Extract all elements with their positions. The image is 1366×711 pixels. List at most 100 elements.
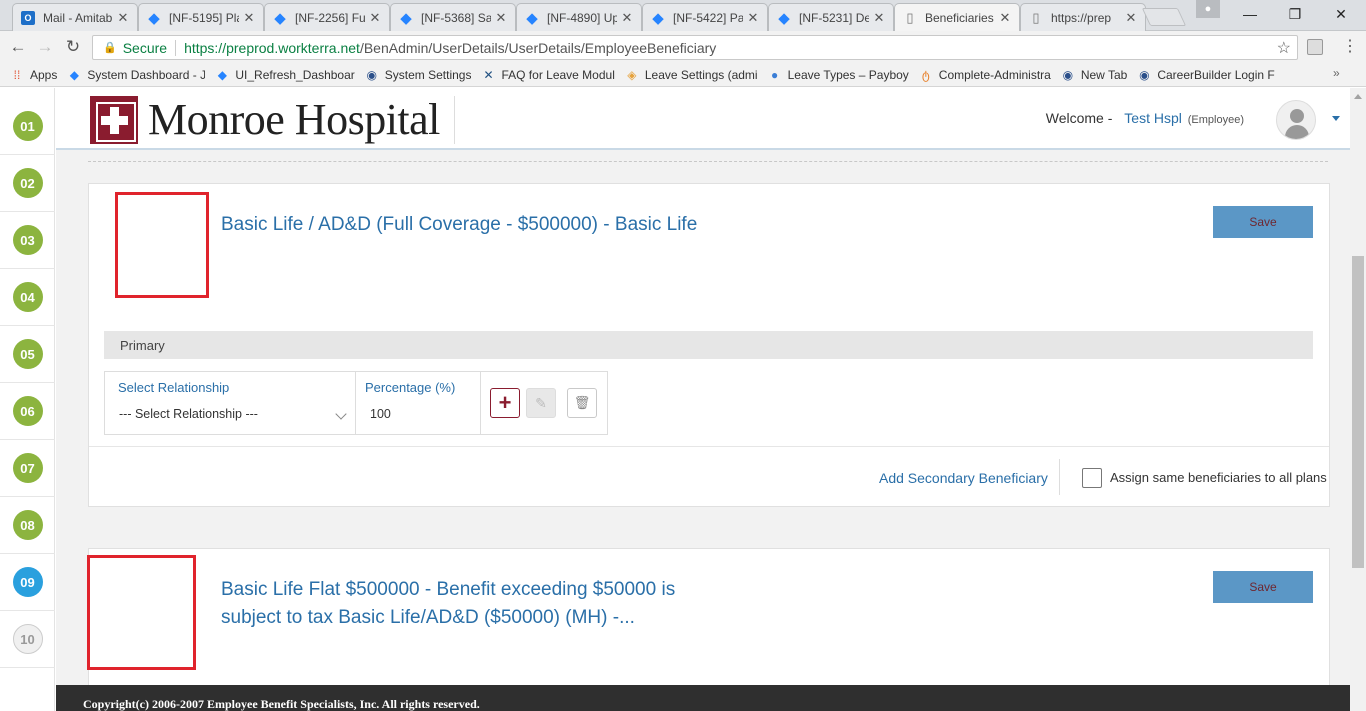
address-bar[interactable]: 🔒 Secure https://preprod.workterra.net /…	[92, 35, 1298, 60]
jira-icon: ◆	[652, 9, 664, 27]
close-icon[interactable]: ✕	[621, 10, 633, 26]
bookmarks-overflow-icon[interactable]: »	[1333, 66, 1340, 80]
step-10[interactable]: 10	[0, 611, 55, 668]
tab-preprod[interactable]: ▯ https://prep ✕	[1020, 3, 1146, 31]
pencil-icon: ✎	[535, 394, 547, 411]
delete-beneficiary-button[interactable]: 🗑	[567, 388, 597, 418]
trash-icon: 🗑	[573, 395, 591, 410]
extension-icon[interactable]	[1307, 39, 1323, 55]
browser-tab-strip: O Mail - Amitab ✕ ◆ [NF-5195] Pla ✕ ◆ [N…	[0, 0, 1366, 32]
step-04[interactable]: 04	[0, 269, 55, 326]
jira-icon: ◆	[148, 9, 160, 27]
bookmark-complete-admin[interactable]: ტ Complete-Administra	[919, 68, 1051, 82]
bookmark-label: CareerBuilder Login F	[1157, 67, 1275, 82]
vertical-scrollbar[interactable]	[1350, 88, 1366, 711]
step-09[interactable]: 09	[0, 554, 55, 611]
percentage-field[interactable]: Percentage (%) 100	[356, 372, 481, 434]
tab-nf-2256[interactable]: ◆ [NF-2256] Fu ✕	[264, 3, 390, 31]
minimize-icon[interactable]: —	[1230, 2, 1270, 26]
tab-beneficiaries[interactable]: ▯ Beneficiaries ✕	[894, 3, 1020, 32]
bookmark-label: System Settings	[384, 67, 472, 82]
close-icon[interactable]: ✕	[873, 10, 885, 26]
forward-icon[interactable]: →	[34, 36, 56, 58]
divider	[175, 39, 177, 56]
menu-icon[interactable]: ⋮	[1342, 36, 1358, 56]
step-06[interactable]: 06	[0, 383, 55, 440]
restore-icon[interactable]: ❐	[1275, 2, 1315, 26]
chevron-down-icon[interactable]	[1332, 116, 1340, 121]
close-icon[interactable]: ✕	[117, 10, 129, 26]
bookmark-leave-types[interactable]: ● Leave Types – Payboy	[768, 68, 909, 82]
tab-title: https://prep	[1051, 10, 1112, 25]
scroll-up-icon[interactable]	[1354, 94, 1362, 99]
tab-nf-4890[interactable]: ◆ [NF-4890] Up ✕	[516, 3, 642, 31]
bookmark-ui-refresh[interactable]: ◆ UI_Refresh_Dashboar	[215, 68, 355, 82]
bookmark-new-tab[interactable]: ◉ New Tab	[1061, 67, 1128, 82]
save-button[interactable]: Save	[1213, 571, 1313, 603]
jira-icon: ◆	[778, 9, 790, 27]
bookmark-star-icon[interactable]: ☆	[1277, 38, 1291, 58]
tab-nf-5368[interactable]: ◆ [NF-5368] Sa ✕	[390, 3, 516, 31]
profile-icon[interactable]: ●	[1196, 0, 1220, 18]
card-footer: Add Secondary Beneficiary Assign same be…	[89, 446, 1329, 506]
site-icon: ◉	[366, 67, 377, 82]
step-number: 04	[12, 282, 43, 312]
divider	[1059, 459, 1060, 495]
divider	[454, 96, 455, 144]
new-tab-button[interactable]	[1141, 8, 1187, 26]
tab-nf-5231[interactable]: ◆ [NF-5231] De ✕	[768, 3, 894, 31]
bookmark-apps[interactable]: ⁞⁞ Apps	[10, 67, 58, 82]
bookmark-label: System Dashboard - J	[87, 67, 206, 82]
plan-card: Basic Life / AD&D (Full Coverage - $5000…	[88, 183, 1330, 507]
tab-title: [NF-2256] Fu	[295, 10, 365, 25]
tab-nf-5195[interactable]: ◆ [NF-5195] Pla ✕	[138, 3, 264, 31]
save-button[interactable]: Save	[1213, 206, 1313, 238]
logo-text: Monroe Hospital	[148, 95, 440, 144]
step-05[interactable]: 05	[0, 326, 55, 383]
step-01[interactable]: 01	[0, 98, 55, 155]
close-icon[interactable]: ✕	[369, 10, 381, 26]
hospital-logo[interactable]: Monroe Hospital	[90, 96, 440, 144]
avatar[interactable]	[1276, 100, 1316, 140]
step-03[interactable]: 03	[0, 212, 55, 269]
relationship-select[interactable]: Select Relationship --- Select Relations…	[105, 372, 356, 434]
site-icon: ◉	[1139, 67, 1150, 82]
site-icon: ◉	[1062, 67, 1074, 82]
bookmark-leave-settings[interactable]: ◈ Leave Settings (admi	[625, 68, 757, 82]
close-icon[interactable]: ✕	[999, 10, 1011, 26]
bookmark-system-dashboard[interactable]: ◆ System Dashboard - J	[67, 67, 206, 82]
tab-nf-5422[interactable]: ◆ [NF-5422] Pa ✕	[642, 3, 768, 31]
jira-icon: ◆	[274, 9, 286, 27]
back-icon[interactable]: ←	[7, 36, 29, 58]
user-name[interactable]: Test Hspl	[1124, 110, 1182, 126]
window-close-icon[interactable]: ✕	[1321, 2, 1361, 26]
scrollbar-thumb[interactable]	[1352, 256, 1364, 568]
step-number: 09	[12, 567, 43, 597]
tab-mail[interactable]: O Mail - Amitab ✕	[12, 3, 138, 31]
bookmark-faq-leave[interactable]: ✕ FAQ for Leave Modul	[481, 68, 614, 82]
close-icon[interactable]: ✕	[243, 10, 255, 26]
step-02[interactable]: 02	[0, 155, 55, 212]
edit-beneficiary-button[interactable]: ✎	[526, 388, 556, 418]
add-secondary-beneficiary-link[interactable]: Add Secondary Beneficiary	[879, 470, 1048, 486]
reload-icon[interactable]: ↻	[62, 36, 84, 58]
tab-title: [NF-4890] Up	[547, 10, 617, 25]
copyright-footer: Copyright(c) 2006-2007 Employee Benefit …	[56, 685, 1350, 711]
assign-same-checkbox[interactable]	[1082, 468, 1102, 488]
chevron-down-icon	[335, 408, 347, 420]
close-icon[interactable]: ✕	[495, 10, 507, 26]
close-icon[interactable]: ✕	[747, 10, 759, 26]
step-08[interactable]: 08	[0, 497, 55, 554]
plan-title: Basic Life Flat $500000 - Benefit exceed…	[221, 579, 676, 628]
apps-grid-icon: ⁞⁞	[13, 67, 21, 82]
add-beneficiary-button[interactable]: +	[490, 388, 520, 418]
welcome-text: Welcome - Test Hspl (Employee)	[1046, 110, 1244, 126]
secure-label: Secure	[122, 39, 168, 56]
highlight-box	[87, 555, 196, 670]
close-icon[interactable]: ✕	[1125, 10, 1137, 26]
page-icon: ▯	[906, 10, 914, 25]
bookmark-label: New Tab	[1080, 67, 1128, 82]
bookmark-careerbuilder[interactable]: ◉ CareerBuilder Login F	[1137, 67, 1275, 82]
bookmark-system-settings[interactable]: ◉ System Settings	[365, 68, 472, 82]
step-07[interactable]: 07	[0, 440, 55, 497]
